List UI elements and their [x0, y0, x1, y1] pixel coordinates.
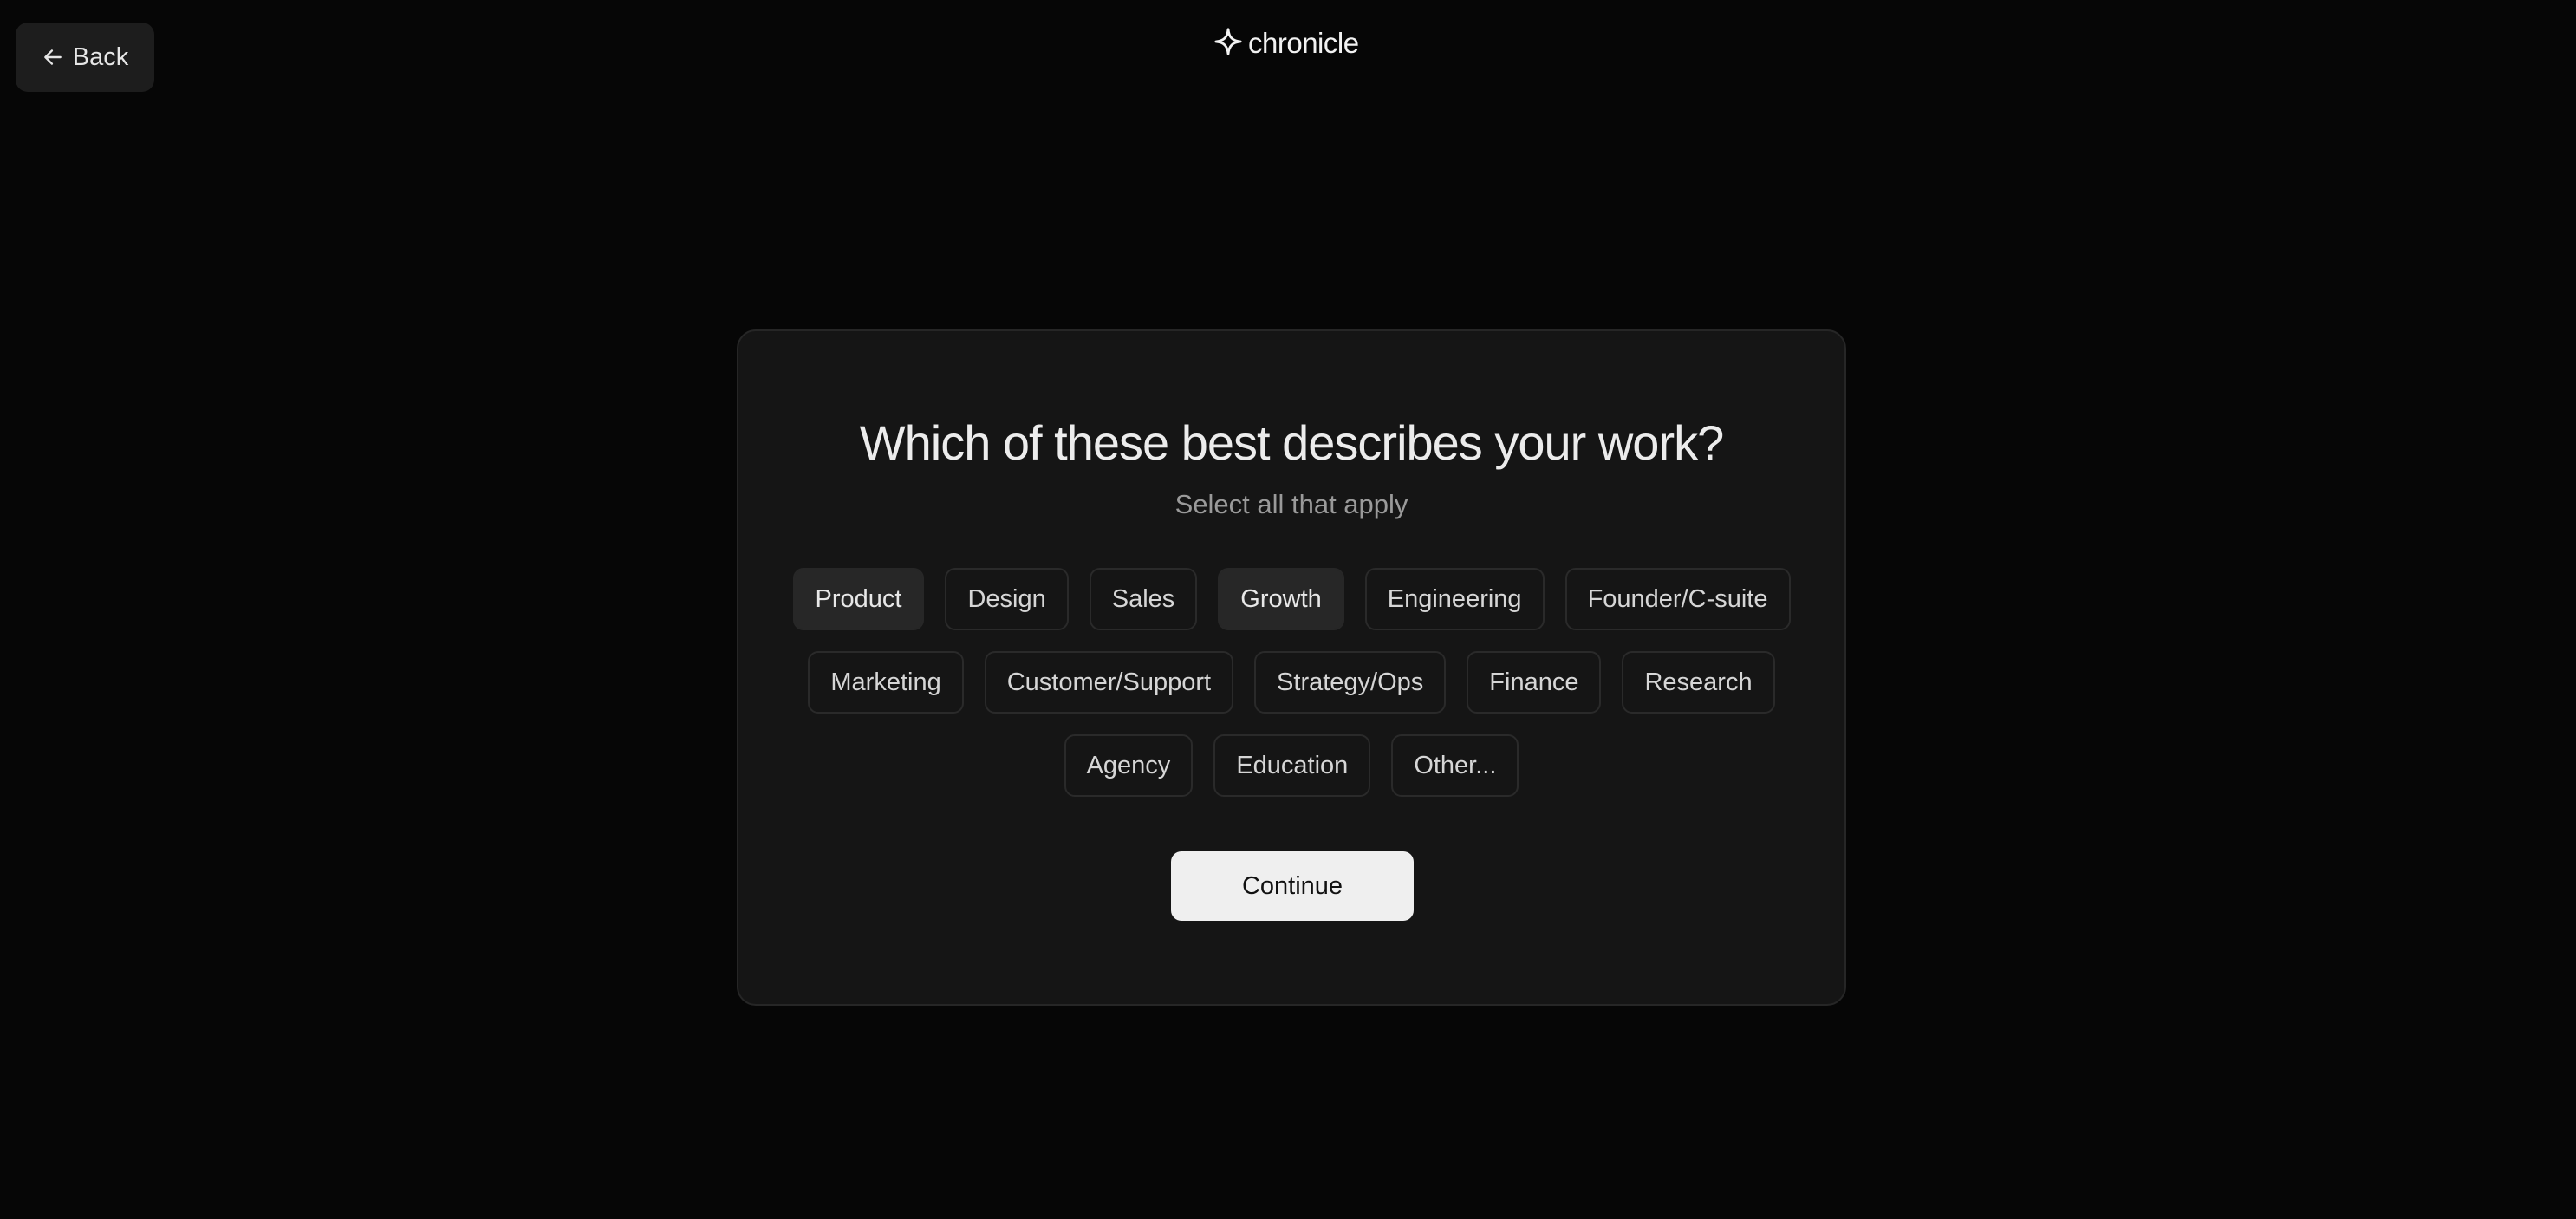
option-chip-education[interactable]: Education	[1213, 734, 1371, 797]
options-row-2: Marketing Customer/Support Strategy/Ops …	[738, 651, 1844, 714]
option-chip-customer-support[interactable]: Customer/Support	[984, 651, 1234, 714]
question-card: Which of these best describes your work?…	[737, 329, 1846, 1006]
option-chip-strategy-ops[interactable]: Strategy/Ops	[1254, 651, 1447, 714]
option-chip-marketing[interactable]: Marketing	[808, 651, 964, 714]
option-chip-founder-c-suite[interactable]: Founder/C-suite	[1564, 568, 1791, 630]
option-chip-growth[interactable]: Growth	[1218, 568, 1344, 630]
onboarding-page: Back chronicle Which of these best descr…	[0, 0, 2576, 1219]
sparkle-star-icon	[1213, 27, 1243, 61]
options-row-3: Agency Education Other...	[738, 734, 1844, 797]
option-chip-research[interactable]: Research	[1622, 651, 1775, 714]
option-chip-design[interactable]: Design	[945, 568, 1069, 630]
brand-logo: chronicle	[1213, 24, 1359, 62]
option-chip-finance[interactable]: Finance	[1467, 651, 1602, 714]
back-label: Back	[72, 42, 129, 71]
options-row-1: Product Design Sales Growth Engineering …	[738, 568, 1844, 630]
back-button[interactable]: Back	[16, 23, 154, 92]
option-chip-other[interactable]: Other...	[1391, 734, 1519, 797]
option-chip-agency[interactable]: Agency	[1064, 734, 1194, 797]
option-chip-product[interactable]: Product	[792, 568, 925, 630]
brand-name: chronicle	[1248, 27, 1359, 59]
continue-button[interactable]: Continue	[1171, 851, 1414, 921]
arrow-left-icon	[42, 46, 64, 68]
option-chip-engineering[interactable]: Engineering	[1364, 568, 1545, 630]
question-title: Which of these best describes your work?	[859, 415, 1724, 470]
option-chip-sales[interactable]: Sales	[1089, 568, 1198, 630]
question-subtitle: Select all that apply	[1174, 489, 1408, 519]
